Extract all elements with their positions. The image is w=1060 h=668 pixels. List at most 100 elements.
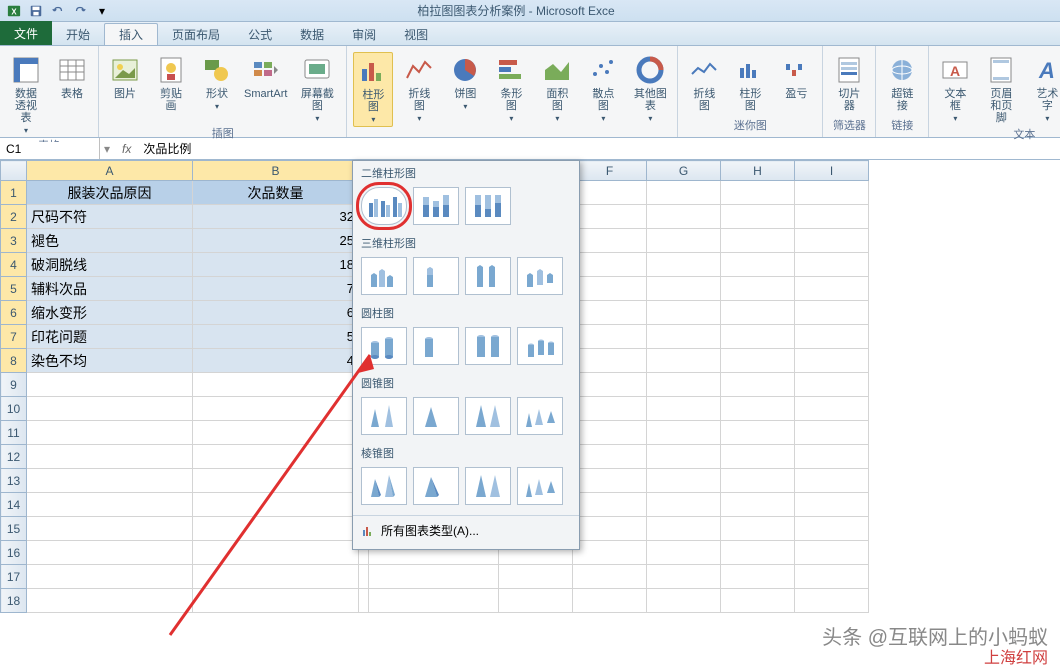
cell[interactable] bbox=[721, 229, 795, 253]
cell[interactable] bbox=[721, 397, 795, 421]
cell[interactable] bbox=[647, 205, 721, 229]
cell[interactable] bbox=[647, 517, 721, 541]
row-header[interactable]: 15 bbox=[1, 517, 27, 541]
chart-thumb-cone-1[interactable] bbox=[361, 397, 407, 435]
slicer-button[interactable]: 切片器 bbox=[829, 52, 869, 114]
all-chart-types-button[interactable]: 所有图表类型(A)... bbox=[353, 515, 579, 545]
row-header[interactable]: 16 bbox=[1, 541, 27, 565]
col-header[interactable]: B bbox=[193, 161, 359, 181]
row-header[interactable]: 1 bbox=[1, 181, 27, 205]
chart-thumb-2d-clustered[interactable] bbox=[361, 187, 407, 225]
cell[interactable] bbox=[721, 349, 795, 373]
cell[interactable] bbox=[647, 325, 721, 349]
tab-insert[interactable]: 插入 bbox=[104, 23, 158, 45]
cell[interactable] bbox=[573, 445, 647, 469]
cell[interactable] bbox=[647, 493, 721, 517]
row-header[interactable]: 18 bbox=[1, 589, 27, 613]
cell[interactable] bbox=[721, 589, 795, 613]
tab-view[interactable]: 视图 bbox=[390, 23, 442, 45]
table-button[interactable]: 表格 bbox=[52, 52, 92, 102]
cell[interactable] bbox=[573, 373, 647, 397]
cell[interactable] bbox=[193, 421, 359, 445]
cell[interactable] bbox=[27, 421, 193, 445]
col-header[interactable]: A bbox=[27, 161, 193, 181]
col-header[interactable]: H bbox=[721, 161, 795, 181]
cell[interactable] bbox=[647, 565, 721, 589]
cell[interactable] bbox=[647, 397, 721, 421]
cell[interactable]: 18 bbox=[193, 253, 359, 277]
chart-thumb-2d-stacked[interactable] bbox=[413, 187, 459, 225]
row-header[interactable]: 14 bbox=[1, 493, 27, 517]
cell[interactable] bbox=[721, 181, 795, 205]
cell[interactable] bbox=[647, 277, 721, 301]
chart-thumb-pyr-2[interactable] bbox=[413, 467, 459, 505]
chart-thumb-cyl-2[interactable] bbox=[413, 327, 459, 365]
row-header[interactable]: 11 bbox=[1, 421, 27, 445]
hyperlink-button[interactable]: 超链接 bbox=[882, 52, 922, 114]
cell[interactable]: 染色不均 bbox=[27, 349, 193, 373]
cell[interactable] bbox=[359, 565, 369, 589]
row-header[interactable]: 13 bbox=[1, 469, 27, 493]
cell[interactable] bbox=[27, 445, 193, 469]
save-icon[interactable] bbox=[26, 2, 46, 20]
cell[interactable] bbox=[573, 517, 647, 541]
col-header[interactable]: G bbox=[647, 161, 721, 181]
cell[interactable] bbox=[573, 589, 647, 613]
formula-input[interactable] bbox=[139, 142, 1060, 156]
cell[interactable] bbox=[795, 325, 869, 349]
cell[interactable] bbox=[647, 589, 721, 613]
screenshot-button[interactable]: 屏幕截图▾ bbox=[294, 52, 340, 125]
cell[interactable] bbox=[647, 229, 721, 253]
cell[interactable]: 次品数量 bbox=[193, 181, 359, 205]
line-chart-button[interactable]: 折线图▾ bbox=[399, 52, 439, 125]
redo-icon[interactable] bbox=[70, 2, 90, 20]
cell[interactable] bbox=[721, 445, 795, 469]
cell[interactable]: 5 bbox=[193, 325, 359, 349]
row-header[interactable]: 8 bbox=[1, 349, 27, 373]
cell[interactable] bbox=[573, 325, 647, 349]
cell[interactable] bbox=[193, 373, 359, 397]
row-header[interactable]: 17 bbox=[1, 565, 27, 589]
cell[interactable] bbox=[369, 589, 499, 613]
cell[interactable]: 尺码不符 bbox=[27, 205, 193, 229]
cell[interactable] bbox=[795, 541, 869, 565]
cell[interactable] bbox=[647, 469, 721, 493]
cell[interactable]: 6 bbox=[193, 301, 359, 325]
cell[interactable]: 25 bbox=[193, 229, 359, 253]
cell[interactable] bbox=[193, 469, 359, 493]
cell[interactable] bbox=[647, 541, 721, 565]
sparkline-winloss-button[interactable]: 盈亏 bbox=[776, 52, 816, 102]
bar-chart-button[interactable]: 条形图▾ bbox=[491, 52, 531, 125]
row-header[interactable]: 10 bbox=[1, 397, 27, 421]
cell[interactable] bbox=[795, 301, 869, 325]
cell[interactable] bbox=[721, 205, 795, 229]
qat-dropdown-icon[interactable]: ▾ bbox=[92, 2, 112, 20]
shapes-button[interactable]: 形状▾ bbox=[197, 52, 237, 113]
cell[interactable] bbox=[27, 493, 193, 517]
pivot-table-button[interactable]: 数据 透视表▾ bbox=[6, 52, 46, 137]
area-chart-button[interactable]: 面积图▾ bbox=[537, 52, 577, 125]
tab-home[interactable]: 开始 bbox=[52, 23, 104, 45]
tab-data[interactable]: 数据 bbox=[286, 23, 338, 45]
row-header[interactable]: 3 bbox=[1, 229, 27, 253]
tab-layout[interactable]: 页面布局 bbox=[158, 23, 234, 45]
wordart-button[interactable]: A艺术字▾ bbox=[1027, 52, 1060, 125]
cell[interactable] bbox=[795, 349, 869, 373]
cell[interactable] bbox=[573, 253, 647, 277]
cell[interactable] bbox=[573, 229, 647, 253]
picture-button[interactable]: 图片 bbox=[105, 52, 145, 102]
name-box[interactable] bbox=[0, 138, 100, 159]
cell[interactable] bbox=[499, 565, 573, 589]
cell[interactable] bbox=[647, 421, 721, 445]
cell[interactable] bbox=[721, 517, 795, 541]
cell[interactable] bbox=[721, 325, 795, 349]
cell[interactable] bbox=[795, 181, 869, 205]
cell[interactable] bbox=[721, 373, 795, 397]
cell[interactable] bbox=[573, 493, 647, 517]
cell[interactable] bbox=[795, 373, 869, 397]
cell[interactable] bbox=[795, 589, 869, 613]
cell[interactable]: 7 bbox=[193, 277, 359, 301]
smartart-button[interactable]: SmartArt bbox=[243, 52, 288, 102]
cell[interactable] bbox=[647, 373, 721, 397]
cell[interactable] bbox=[795, 229, 869, 253]
